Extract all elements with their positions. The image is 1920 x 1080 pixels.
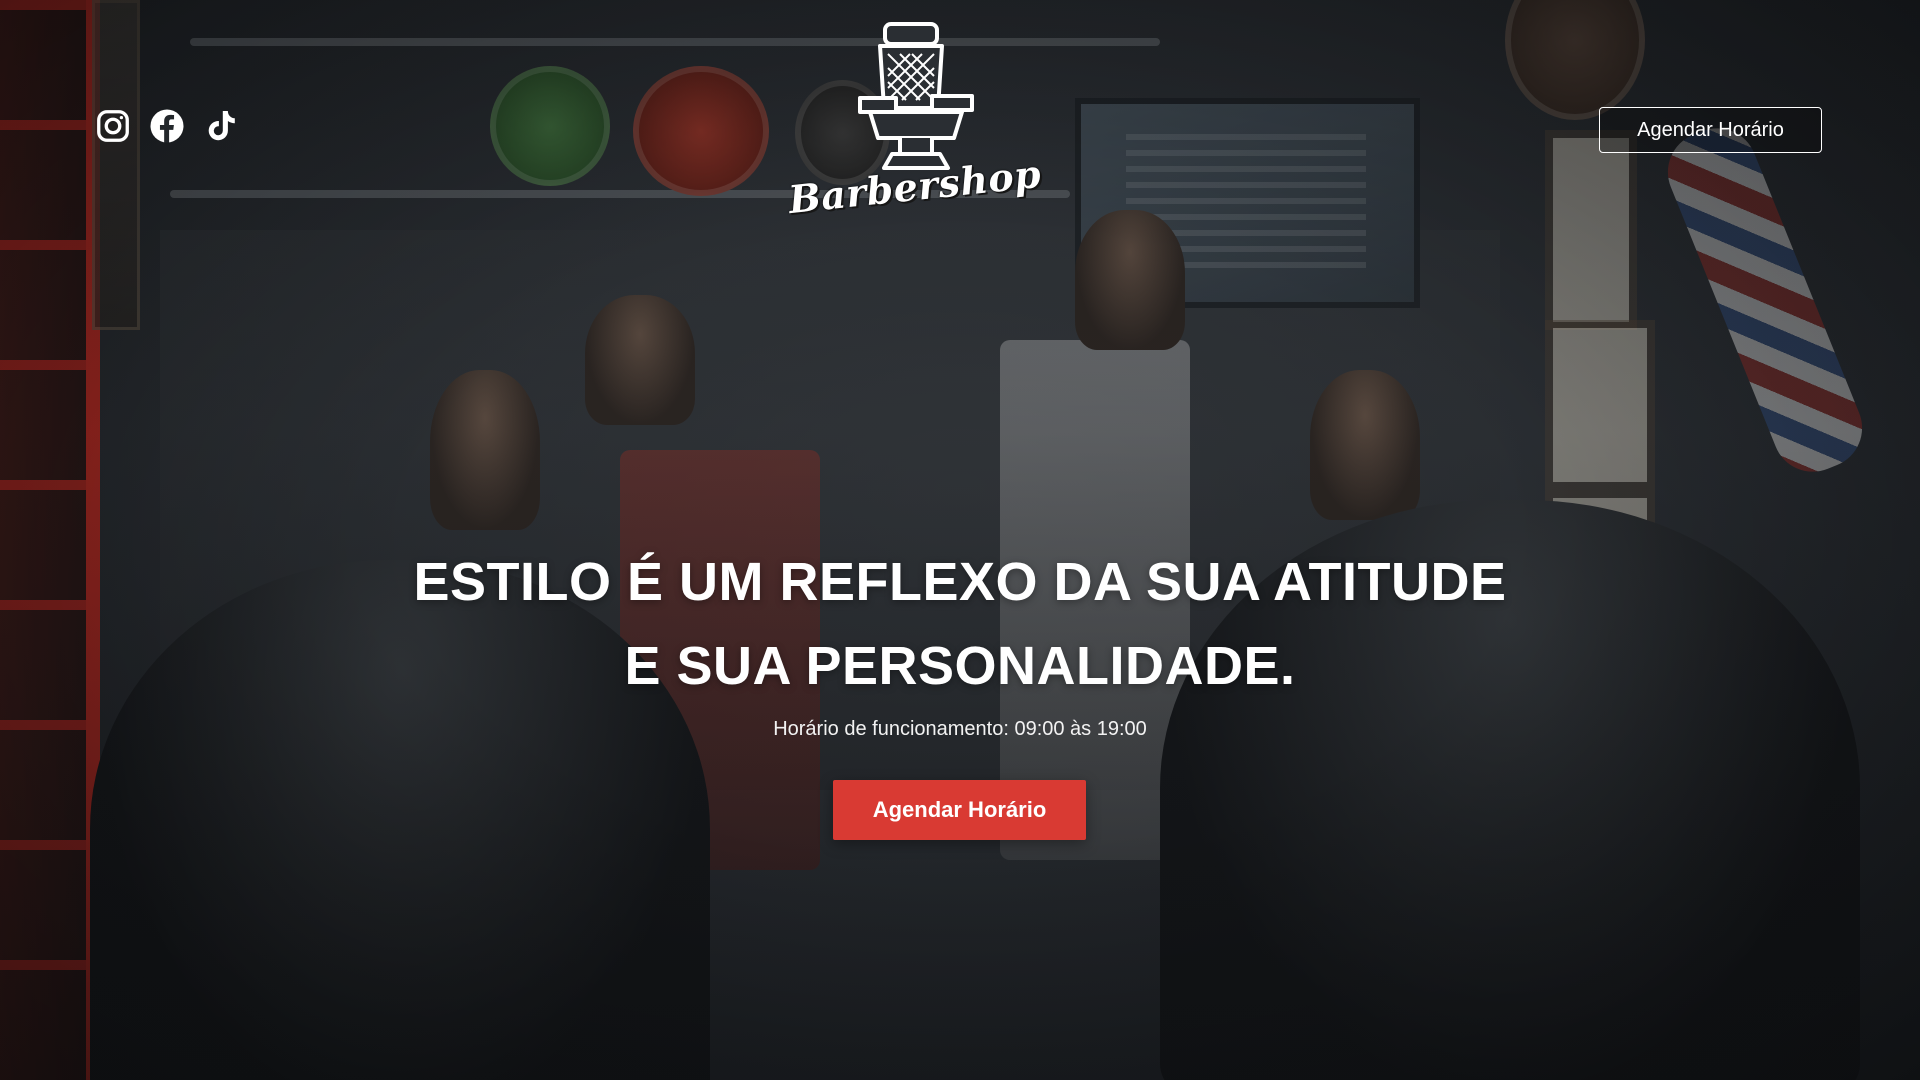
tiktok-link[interactable]: [203, 108, 239, 144]
hero-section: Barbershop Agendar Horário ESTILO É UM R…: [0, 0, 1920, 1080]
social-links: [95, 108, 239, 144]
header-schedule-button[interactable]: Agendar Horário: [1599, 107, 1822, 153]
facebook-icon: [150, 109, 184, 143]
tiktok-icon: [208, 111, 235, 141]
hero-headline-line: ESTILO É UM REFLEXO DA SUA ATITUDE: [413, 552, 1507, 612]
instagram-icon: [97, 110, 129, 142]
opening-hours: Horário de funcionamento: 09:00 às 19:00: [773, 718, 1147, 740]
facebook-link[interactable]: [149, 108, 185, 144]
brand-logo[interactable]: Barbershop: [787, 18, 1043, 248]
hero-schedule-button[interactable]: Agendar Horário: [833, 780, 1086, 840]
instagram-link[interactable]: [95, 108, 131, 144]
hero-headline: ESTILO É UM REFLEXO DA SUA ATITUDE E SUA…: [0, 540, 1920, 708]
hero-headline-line: E SUA PERSONALIDADE.: [624, 636, 1296, 696]
